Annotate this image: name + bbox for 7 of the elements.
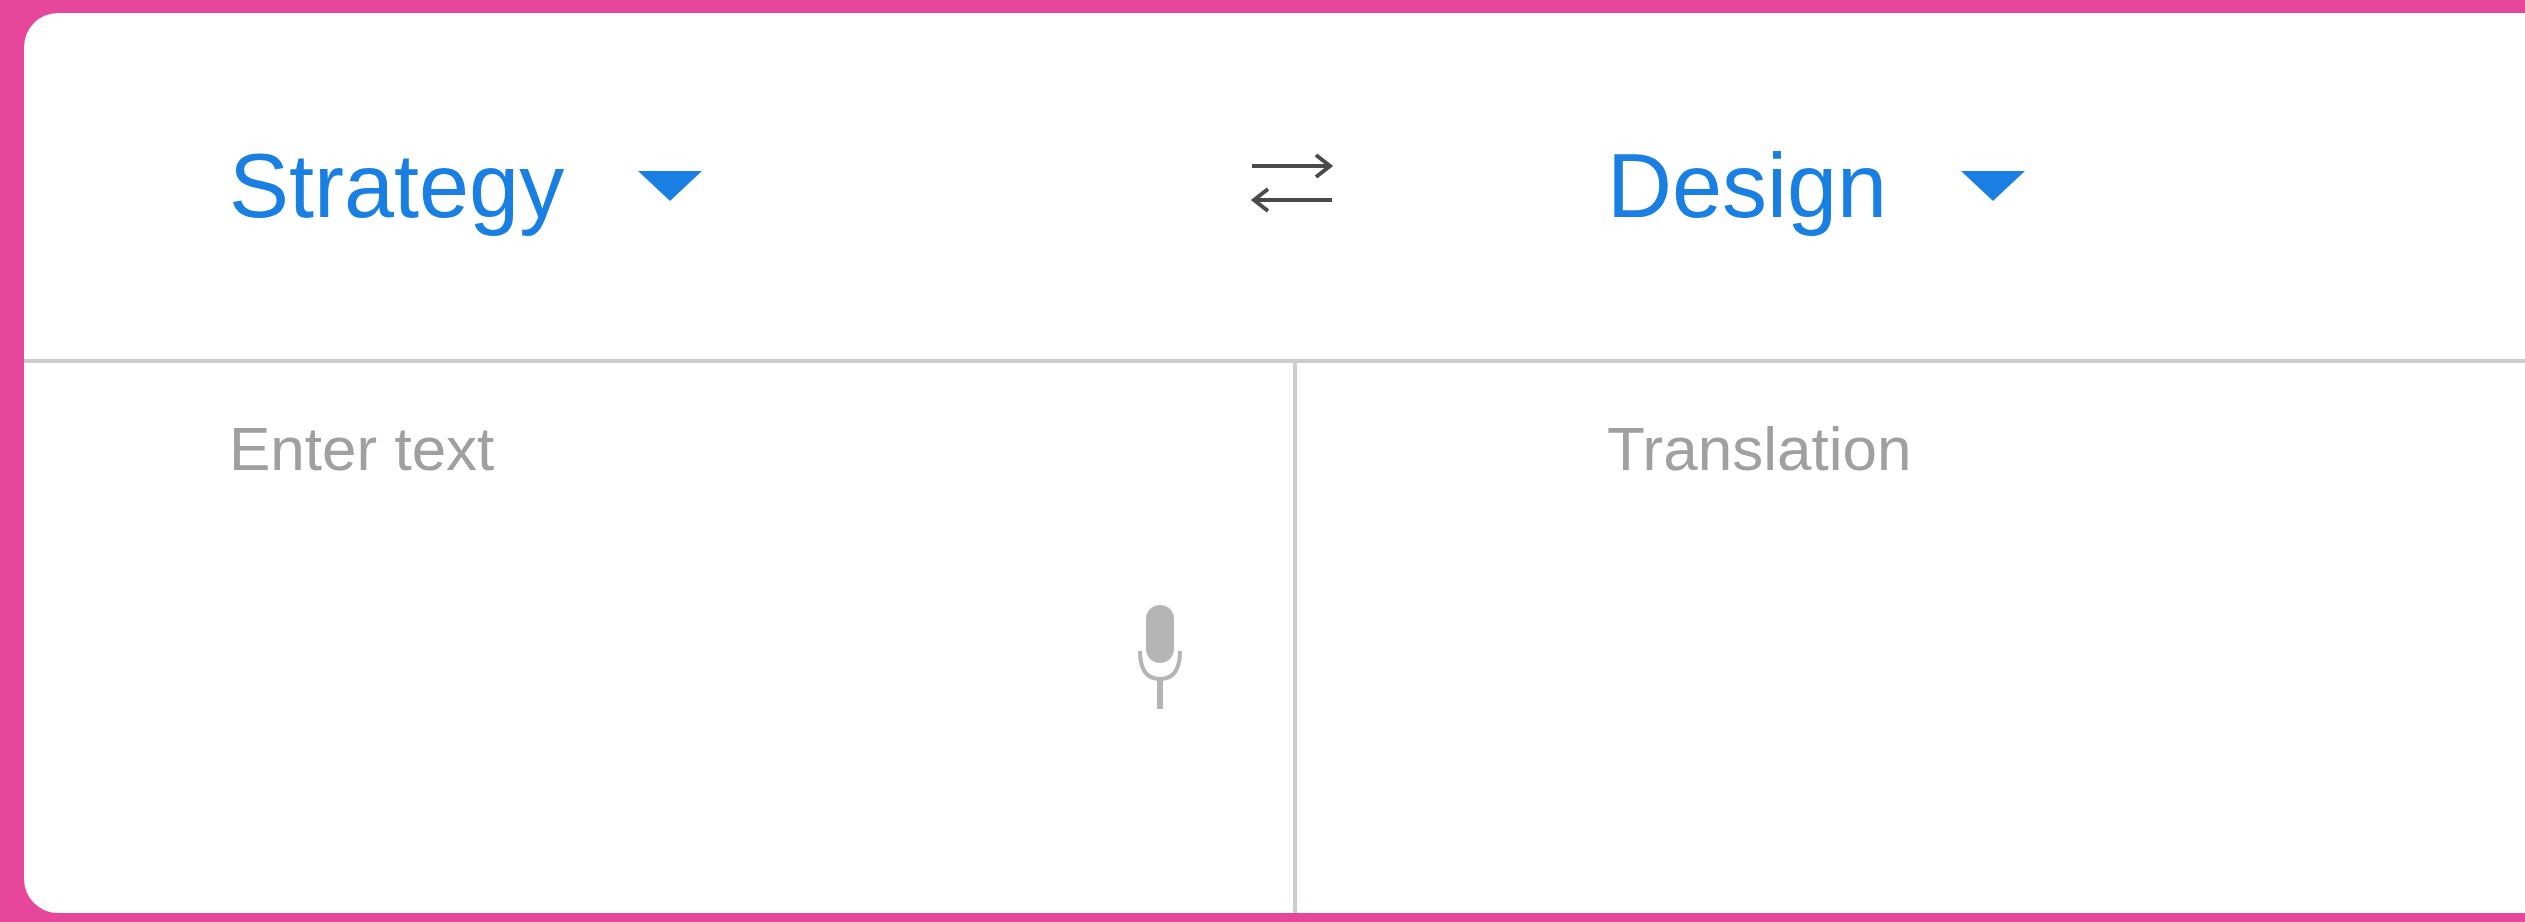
translation-field[interactable]: Translation bbox=[1607, 413, 2507, 613]
caret-icon bbox=[638, 171, 703, 201]
caret-icon bbox=[1961, 171, 2026, 201]
swap-icon[interactable] bbox=[1248, 152, 1336, 214]
source-language-dropdown[interactable]: Strategy bbox=[229, 134, 703, 238]
target-language-dropdown[interactable]: Design bbox=[1607, 134, 2026, 238]
input-field[interactable]: Enter text bbox=[229, 413, 1129, 613]
